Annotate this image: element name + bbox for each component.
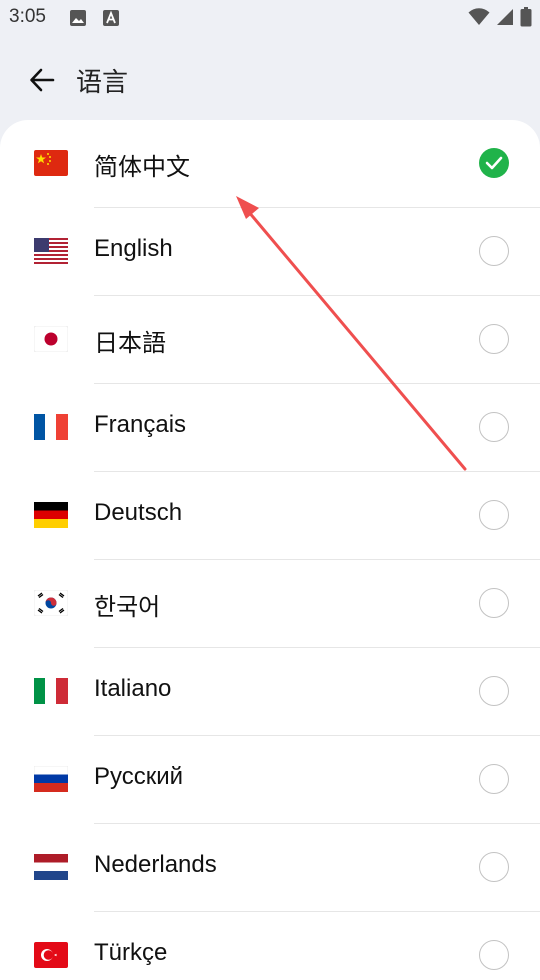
status-bar: 3:05 (0, 0, 540, 36)
flag-nl-icon (34, 854, 68, 880)
language-label: 한국어 (94, 593, 161, 621)
flag-us-icon (34, 238, 68, 264)
status-time: 3:05 (9, 6, 46, 27)
language-label: Türkçe (94, 939, 168, 966)
language-label: Nederlands (94, 851, 217, 878)
arrow-left-icon (30, 68, 55, 92)
app-header: 语言 (0, 48, 540, 112)
flag-jp-icon (34, 326, 68, 352)
radio-unselected[interactable] (479, 940, 509, 970)
language-label: 简体中文 (94, 153, 190, 181)
language-label: Italiano (94, 675, 172, 702)
language-row-ru[interactable]: Русский (0, 736, 540, 824)
radio-selected[interactable] (479, 148, 509, 178)
flag-ru-icon (34, 766, 68, 792)
radio-unselected[interactable] (479, 236, 509, 266)
language-label: Deutsch (94, 499, 183, 526)
radio-unselected[interactable] (479, 500, 509, 530)
language-row-ko[interactable]: 한국어 (0, 560, 540, 648)
image-icon (70, 10, 86, 26)
text-a-icon (103, 10, 119, 26)
language-row-zh[interactable]: 简体中文 (0, 120, 540, 208)
radio-unselected[interactable] (479, 676, 509, 706)
page-title: 语言 (76, 68, 129, 98)
radio-unselected[interactable] (479, 852, 509, 882)
battery-icon (520, 7, 532, 27)
radio-unselected[interactable] (479, 588, 509, 618)
wifi-icon (468, 8, 490, 25)
language-label: 日本語 (94, 329, 166, 357)
radio-unselected[interactable] (479, 324, 509, 354)
flag-tr-icon (34, 942, 68, 968)
language-list: 简体中文 English 日本語 Français Deutsch 한국어 It… (0, 120, 540, 980)
flag-de-icon (34, 502, 68, 528)
language-row-ja[interactable]: 日本語 (0, 296, 540, 384)
flag-kr-icon (34, 590, 68, 616)
checkmark-icon (485, 156, 503, 170)
flag-cn-icon (34, 150, 68, 176)
language-label: Français (94, 411, 187, 438)
flag-it-icon (34, 678, 68, 704)
language-row-en[interactable]: English (0, 208, 540, 296)
radio-unselected[interactable] (479, 764, 509, 794)
flag-fr-icon (34, 414, 68, 440)
language-label: English (94, 235, 173, 262)
language-label: Русский (94, 763, 184, 790)
language-row-it[interactable]: Italiano (0, 648, 540, 736)
signal-icon (497, 9, 513, 25)
status-icons (468, 7, 532, 27)
back-button[interactable] (24, 62, 60, 98)
language-row-tr[interactable]: Türkçe (0, 912, 540, 980)
radio-unselected[interactable] (479, 412, 509, 442)
language-row-de[interactable]: Deutsch (0, 472, 540, 560)
language-row-nl[interactable]: Nederlands (0, 824, 540, 912)
language-row-fr[interactable]: Français (0, 384, 540, 472)
